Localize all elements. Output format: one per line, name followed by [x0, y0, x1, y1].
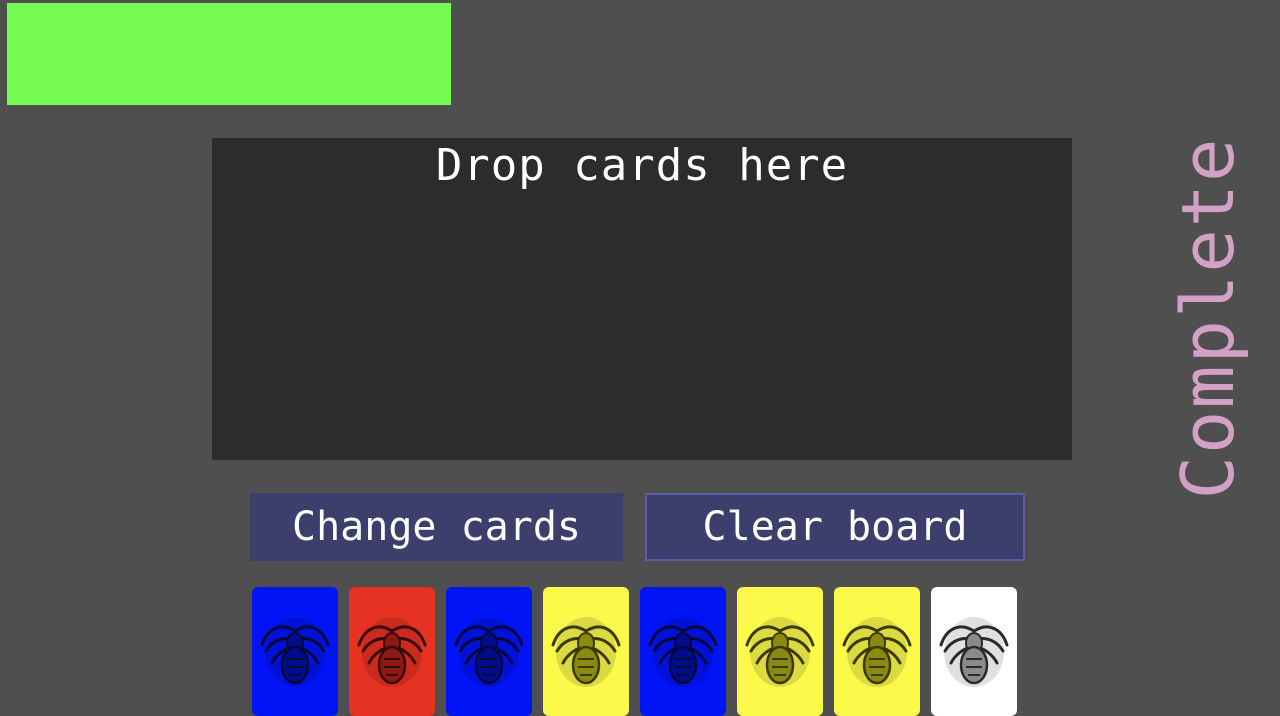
- creature-emblem-icon: [551, 625, 621, 685]
- clear-board-button[interactable]: Clear board: [645, 493, 1025, 561]
- hand-card-yellow[interactable]: [834, 587, 920, 716]
- hand-card-yellow[interactable]: [737, 587, 823, 716]
- progress-fill: [7, 3, 451, 105]
- hand-card-yellow[interactable]: [543, 587, 629, 716]
- hand-card-blue[interactable]: [252, 587, 338, 716]
- hand-card-white[interactable]: [931, 587, 1017, 716]
- creature-emblem-icon: [454, 625, 524, 685]
- creature-emblem-icon: [745, 625, 815, 685]
- hand-card-red[interactable]: [349, 587, 435, 716]
- card-drop-zone[interactable]: [212, 138, 1072, 460]
- creature-emblem-icon: [260, 625, 330, 685]
- creature-emblem-icon: [648, 625, 718, 685]
- progress-bar: [7, 3, 451, 105]
- creature-emblem-icon: [939, 625, 1009, 685]
- hand-card-blue[interactable]: [640, 587, 726, 716]
- creature-emblem-icon: [357, 625, 427, 685]
- card-hand: [252, 587, 1017, 716]
- creature-emblem-icon: [842, 625, 912, 685]
- change-cards-button[interactable]: Change cards: [250, 493, 623, 561]
- hand-card-blue[interactable]: [446, 587, 532, 716]
- complete-status-label: Complete: [1166, 136, 1250, 500]
